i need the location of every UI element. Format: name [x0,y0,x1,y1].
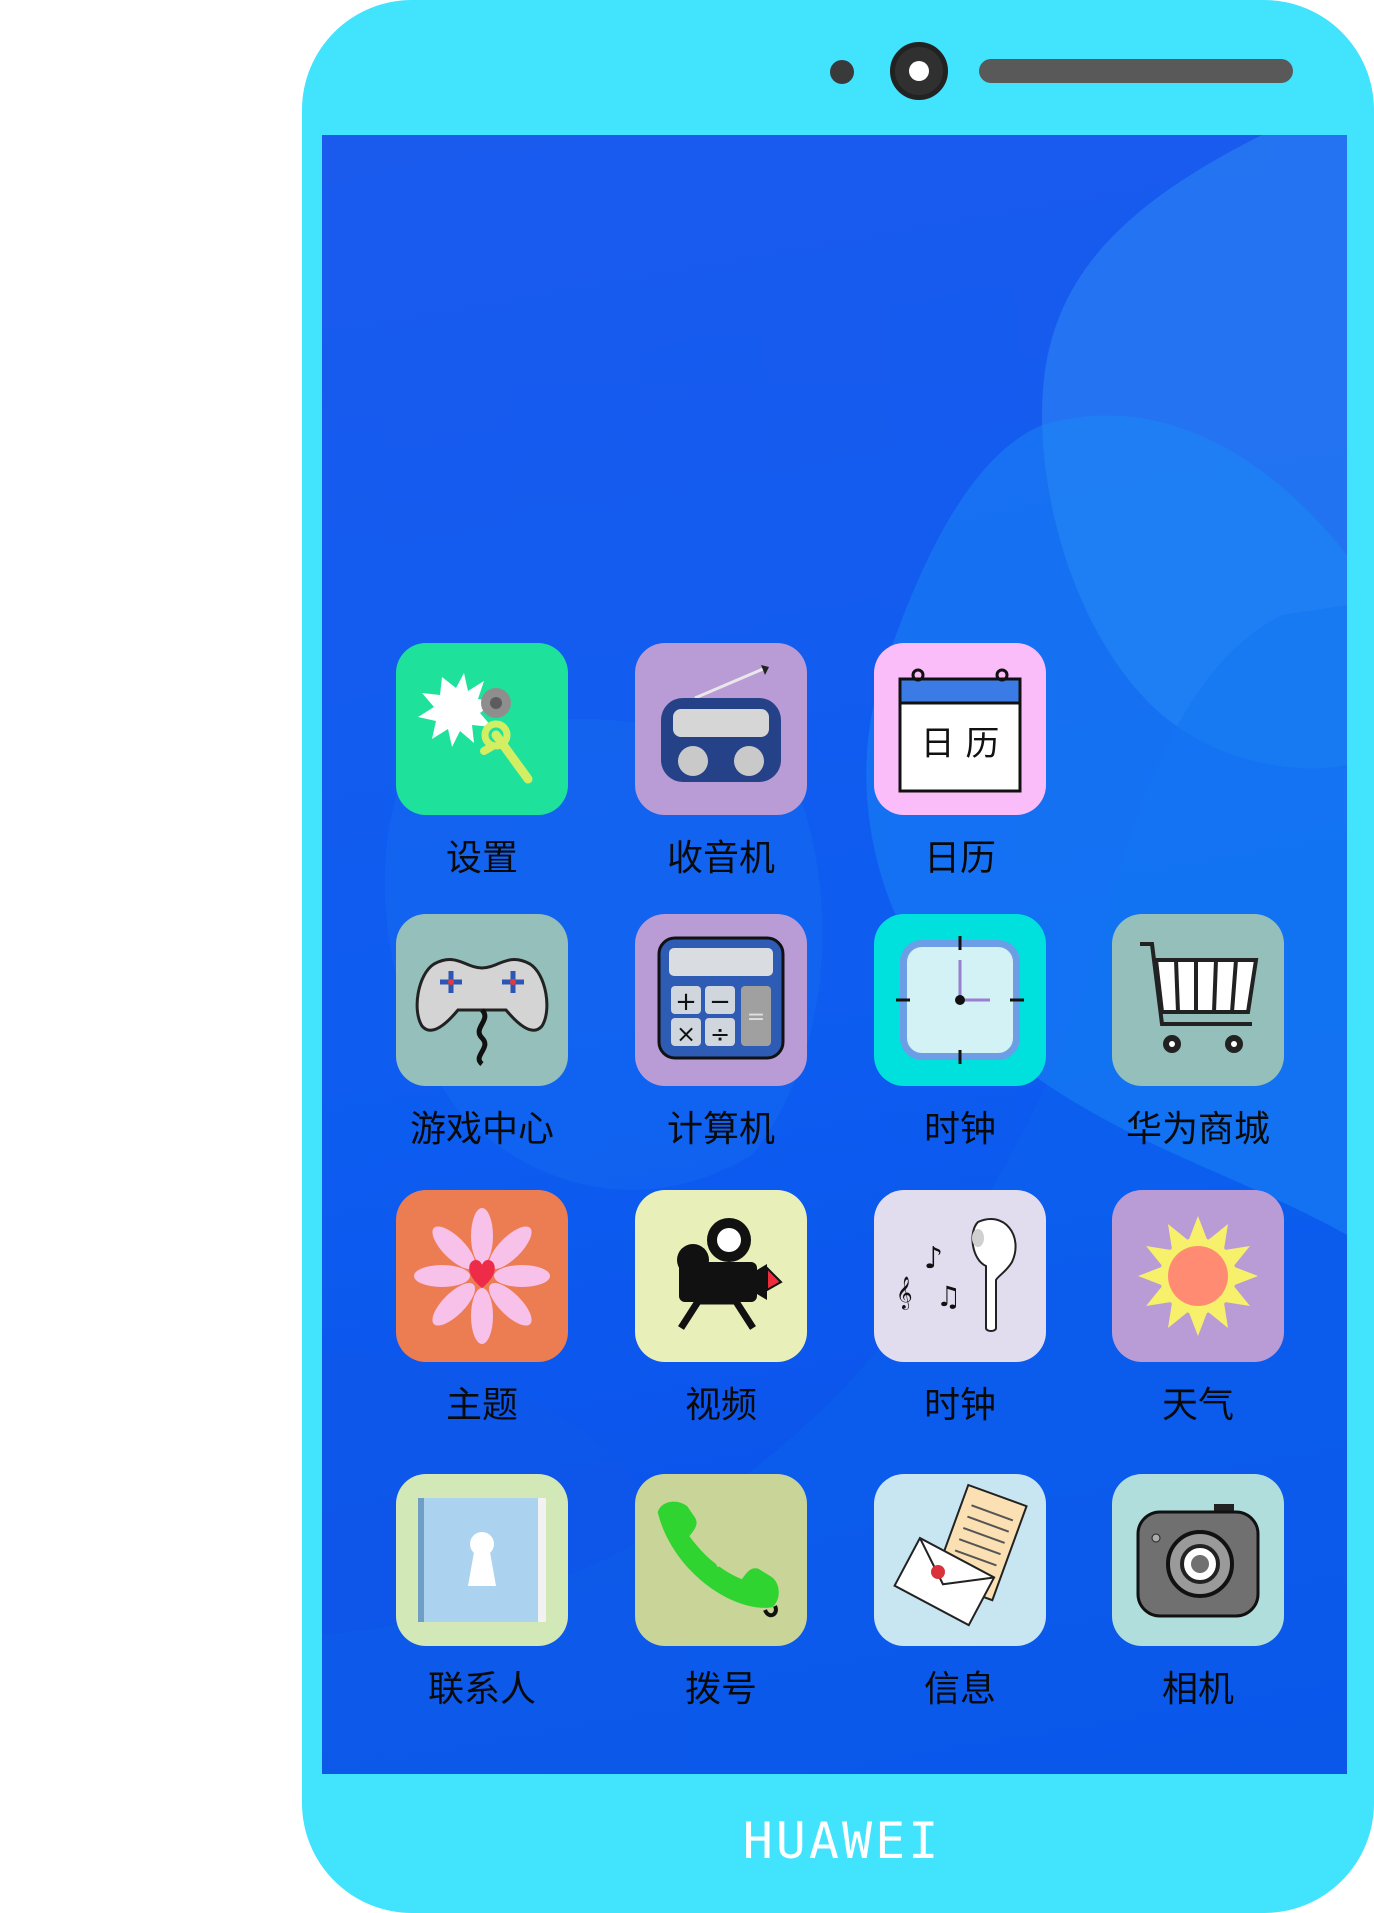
app-video-camera[interactable]: 视频 [601,1190,841,1428]
app-label: 时钟 [923,1109,996,1150]
earpiece-speaker [979,59,1293,83]
app-label: 收音机 [666,838,775,879]
app-calculator[interactable]: + − × ÷ = 计算机 [601,914,841,1152]
radio-icon[interactable] [635,643,807,815]
app-gamepad[interactable]: 游戏中心 [362,914,602,1152]
svg-text:♪: ♪ [924,1241,943,1276]
app-settings-gear-wand[interactable]: 设置 [362,643,602,881]
camera-icon[interactable] [1112,1474,1284,1646]
app-calendar[interactable]: 日 历日历 [840,643,1080,881]
app-shopping-cart[interactable]: 华为商城 [1078,914,1318,1152]
brand-logo: HUAWEI [742,1812,942,1870]
gamepad-icon[interactable] [396,914,568,1086]
app-earbud-music[interactable]: ♪ ♫ 𝄞 时钟 [840,1190,1080,1428]
app-sun[interactable]: 天气 [1078,1190,1318,1428]
app-label: 日历 [923,838,996,879]
app-label: 设置 [445,838,518,879]
app-envelope-letter[interactable]: 信息 [840,1474,1080,1712]
calculator-icon[interactable]: + − × ÷ = [635,914,807,1086]
svg-text:=: = [747,1005,765,1030]
calendar-icon-text: 日 历 [921,724,1000,764]
app-label: 时钟 [923,1385,996,1426]
settings-gear-wand-icon[interactable] [396,643,568,815]
flower-icon[interactable] [396,1190,568,1362]
video-camera-icon[interactable] [635,1190,807,1362]
clock-icon[interactable] [874,914,1046,1086]
app-clock[interactable]: 时钟 [840,914,1080,1152]
phone-handset-icon[interactable] [635,1474,807,1646]
app-label: 计算机 [666,1109,775,1150]
app-radio[interactable]: 收音机 [601,643,841,881]
svg-text:𝄞: 𝄞 [896,1276,913,1310]
contacts-book-icon[interactable] [396,1474,568,1646]
svg-text:−: − [709,987,731,1017]
app-contacts-book[interactable]: 联系人 [362,1474,602,1712]
app-label: 相机 [1161,1669,1234,1710]
envelope-letter-icon[interactable] [874,1474,1046,1646]
earbud-music-icon[interactable]: ♪ ♫ 𝄞 [874,1190,1046,1362]
app-camera[interactable]: 相机 [1078,1474,1318,1712]
app-label: 联系人 [427,1669,536,1710]
svg-text:♫: ♫ [936,1280,961,1313]
app-flower[interactable]: 主题 [362,1190,602,1428]
app-label: 信息 [923,1669,996,1710]
app-label: 天气 [1161,1385,1234,1426]
app-label: 华为商城 [1125,1109,1270,1150]
app-label: 游戏中心 [409,1109,554,1150]
app-phone-handset[interactable]: 拨号 [601,1474,841,1712]
app-label: 视频 [684,1385,757,1426]
shopping-cart-icon[interactable] [1112,914,1284,1086]
app-label: 主题 [445,1385,518,1426]
front-camera [890,42,948,100]
sun-icon[interactable] [1112,1190,1284,1362]
svg-text:÷: ÷ [710,1020,730,1048]
sensor-dot [830,60,854,84]
svg-text:+: + [675,987,697,1017]
calendar-icon[interactable]: 日 历 [874,643,1046,815]
svg-text:×: × [676,1020,696,1048]
app-label: 拨号 [684,1669,757,1710]
